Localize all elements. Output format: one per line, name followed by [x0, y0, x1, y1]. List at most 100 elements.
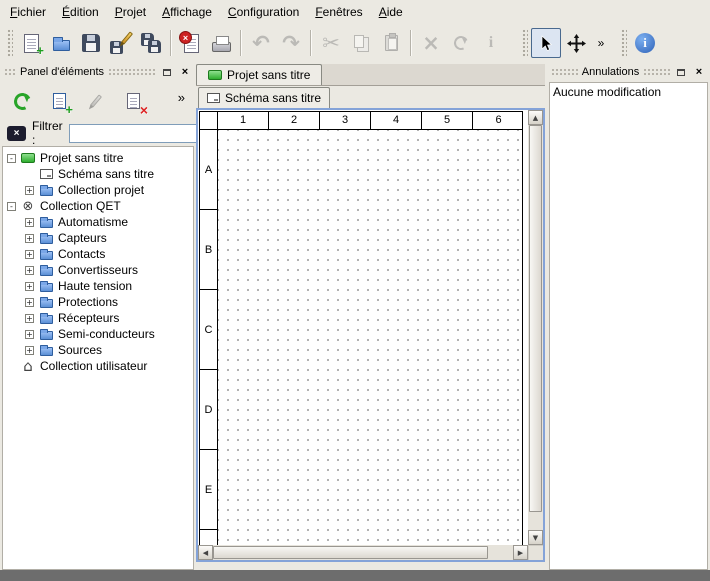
- float-icon: [677, 69, 685, 76]
- delete-element-button[interactable]: ×: [118, 86, 148, 116]
- element-info-button[interactable]: i: [476, 28, 506, 58]
- float-dock-button[interactable]: [160, 65, 174, 79]
- expander-icon[interactable]: +: [25, 346, 34, 355]
- expander-icon[interactable]: -: [7, 154, 16, 163]
- expander-icon[interactable]: +: [25, 218, 34, 227]
- tree-item-convertisseurs[interactable]: + Convertisseurs: [3, 262, 193, 278]
- toolbar-grip[interactable]: [621, 29, 627, 57]
- tree-item-haute-tension[interactable]: + Haute tension: [3, 278, 193, 294]
- save-button[interactable]: [76, 28, 106, 58]
- dock-grip: [643, 68, 670, 76]
- toolbar-separator: [240, 30, 242, 56]
- tree-item-collection-projet[interactable]: + Collection projet: [3, 182, 193, 198]
- expander-icon[interactable]: +: [25, 234, 34, 243]
- paste-button[interactable]: [376, 28, 406, 58]
- expander-icon[interactable]: +: [25, 314, 34, 323]
- reload-collections-button[interactable]: [7, 86, 37, 116]
- scroll-left-button[interactable]: ◀: [198, 545, 213, 560]
- tree-item-label: Collection utilisateur: [40, 359, 147, 373]
- move-arrows-icon: [567, 34, 586, 53]
- redo-button[interactable]: ↷: [276, 28, 306, 58]
- horizontal-scrollbar[interactable]: ◀ ▶: [198, 545, 528, 560]
- menu-projet[interactable]: Projet: [107, 2, 154, 23]
- move-tool-button[interactable]: [561, 28, 591, 58]
- menu-aide[interactable]: Aide: [371, 2, 411, 23]
- tree-item-label: Schéma sans titre: [58, 167, 154, 181]
- expander-icon[interactable]: +: [25, 266, 34, 275]
- project-icon: [208, 70, 222, 80]
- left-dock-titlebar[interactable]: Panel d'éléments ×: [2, 63, 194, 81]
- menu-fenetres[interactable]: Fenêtres: [307, 2, 370, 23]
- scroll-down-button[interactable]: ▼: [528, 530, 543, 545]
- arrow-left-icon: ◀: [203, 549, 208, 557]
- close-document-button[interactable]: ×: [176, 28, 206, 58]
- ruler-row-label: D: [200, 370, 217, 450]
- save-all-button[interactable]: [136, 28, 166, 58]
- expander-icon[interactable]: -: [7, 202, 16, 211]
- tree-item-protections[interactable]: + Protections: [3, 294, 193, 310]
- right-dock-titlebar[interactable]: Annulations ×: [549, 63, 708, 81]
- expander-icon[interactable]: +: [25, 186, 34, 195]
- delete-button[interactable]: ×: [416, 28, 446, 58]
- tree-item-label: Protections: [58, 295, 118, 309]
- scroll-up-button[interactable]: ▲: [528, 110, 543, 125]
- copy-button[interactable]: [346, 28, 376, 58]
- horizontal-scroll-thumb[interactable]: [213, 546, 488, 559]
- schema-tab[interactable]: Schéma sans titre: [198, 87, 330, 108]
- float-dock-button[interactable]: [674, 65, 688, 79]
- new-document-button[interactable]: +: [16, 28, 46, 58]
- scroll-right-button[interactable]: ▶: [513, 545, 528, 560]
- project-tab[interactable]: Projet sans titre: [196, 64, 322, 85]
- about-button[interactable]: i: [630, 28, 660, 58]
- tree-item-schema[interactable]: Schéma sans titre: [3, 166, 193, 182]
- tree-item-contacts[interactable]: + Contacts: [3, 246, 193, 262]
- expander-icon[interactable]: +: [25, 250, 34, 259]
- expander-icon[interactable]: +: [25, 330, 34, 339]
- toolbar-grip[interactable]: [522, 29, 528, 57]
- float-icon: [163, 69, 171, 76]
- select-tool-button[interactable]: [531, 28, 561, 58]
- rotate-button[interactable]: [446, 28, 476, 58]
- expander-icon[interactable]: +: [25, 298, 34, 307]
- tree-item-capteurs[interactable]: + Capteurs: [3, 230, 193, 246]
- clear-filter-button[interactable]: ×: [7, 126, 26, 141]
- undo-list[interactable]: Aucune modification: [549, 82, 708, 570]
- tools-overflow-button[interactable]: »: [591, 28, 611, 58]
- tree-item-collection-qet[interactable]: - ⊗ Collection QET: [3, 198, 193, 214]
- tree-item-semi-conducteurs[interactable]: + Semi-conducteurs: [3, 326, 193, 342]
- schema-canvas[interactable]: [218, 130, 522, 545]
- undo-button[interactable]: ↶: [246, 28, 276, 58]
- tree-item-sources[interactable]: + Sources: [3, 342, 193, 358]
- new-element-button[interactable]: +: [44, 86, 74, 116]
- vertical-scrollbar[interactable]: ▲ ▼: [528, 110, 543, 545]
- save-as-button[interactable]: [106, 28, 136, 58]
- tree-item-label: Convertisseurs: [58, 263, 138, 277]
- plus-badge-icon: +: [36, 43, 44, 58]
- tree-item-recepteurs[interactable]: + Récepteurs: [3, 310, 193, 326]
- close-dock-button[interactable]: ×: [178, 65, 192, 79]
- undo-icon: ↶: [252, 33, 270, 54]
- schema-sheet: 1 2 3 4 5 6 A B C D E: [199, 111, 523, 545]
- plus-badge-icon: +: [65, 102, 73, 117]
- toolbar-grip[interactable]: [7, 29, 13, 57]
- schema-tabbar: Schéma sans titre: [196, 87, 545, 108]
- menu-affichage[interactable]: Affichage: [154, 2, 220, 23]
- copy-icon: [354, 35, 364, 48]
- arrow-up-icon: ▲: [533, 114, 538, 122]
- expander-icon[interactable]: +: [25, 282, 34, 291]
- menu-configuration[interactable]: Configuration: [220, 2, 307, 23]
- print-button[interactable]: [206, 28, 236, 58]
- panel-overflow-button[interactable]: »: [178, 90, 189, 105]
- menu-edition[interactable]: Édition: [54, 2, 107, 23]
- tree-item-project[interactable]: - Projet sans titre: [3, 150, 193, 166]
- tree-item-automatisme[interactable]: + Automatisme: [3, 214, 193, 230]
- edit-element-button[interactable]: [81, 86, 111, 116]
- close-icon: ×: [182, 67, 188, 78]
- undo-empty-text: Aucune modification: [553, 85, 661, 99]
- vertical-scroll-thumb[interactable]: [529, 125, 542, 512]
- menu-fichier[interactable]: Fichier: [2, 2, 54, 23]
- open-document-button[interactable]: [46, 28, 76, 58]
- tree-item-collection-utilisateur[interactable]: ⌂ Collection utilisateur: [3, 358, 193, 374]
- close-dock-button[interactable]: ×: [692, 65, 706, 79]
- cut-button[interactable]: ✂: [316, 28, 346, 58]
